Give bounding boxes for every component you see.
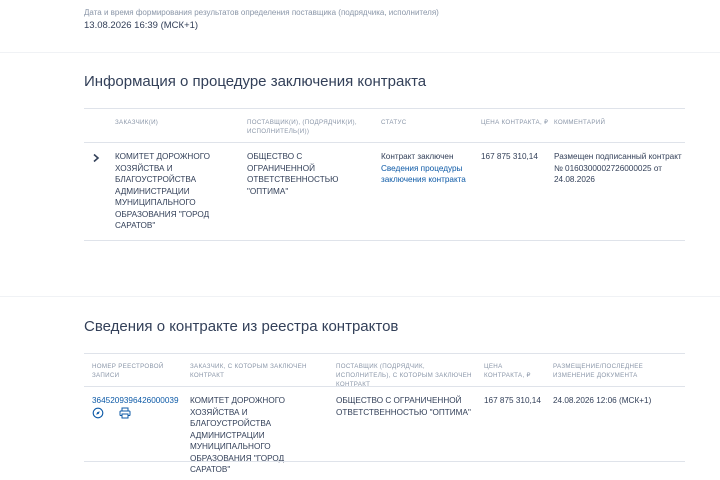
col-header-supplier: Поставщик(и), (подрядчик(и), исполнитель… bbox=[247, 119, 357, 135]
registry-price-cell: 167 875 310,14 bbox=[484, 396, 541, 405]
registry-customer-cell: КОМИТЕТ ДОРОЖНОГО ХОЗЯЙСТВА И БЛАГОУСТРО… bbox=[190, 396, 286, 474]
registry-number-link[interactable]: 3645209396426000039 bbox=[92, 395, 182, 407]
procedure-section-title: Информация о процедуре заключения контра… bbox=[84, 73, 427, 90]
procedure-comment-cell: Размещен подписанный контракт № 01603000… bbox=[554, 152, 682, 184]
generation-date-label: Дата и время формирования результатов оп… bbox=[84, 8, 439, 17]
col-header-price: Цена контракта, ₽ bbox=[481, 119, 549, 126]
col-header-placement: Размещение/последнее изменение документа bbox=[553, 363, 644, 379]
generation-panel: Дата и время формирования результатов оп… bbox=[0, 0, 720, 52]
procedure-panel: Информация о процедуре заключения контра… bbox=[0, 53, 720, 296]
table-top-divider bbox=[84, 108, 685, 109]
registry-supplier-cell: ОБЩЕСТВО С ОГРАНИЧЕННОЙ ОТВЕТСТВЕННОСТЬЮ… bbox=[336, 396, 471, 417]
procedure-details-link[interactable]: Сведения процедуры заключения контракта bbox=[381, 164, 466, 185]
generation-date-value: 13.08.2026 16:39 (МСК+1) bbox=[84, 20, 199, 31]
procedure-price-cell: 167 875 310,14 bbox=[481, 152, 538, 161]
row-divider bbox=[84, 461, 685, 462]
col-header-price: Цена контракта, ₽ bbox=[484, 363, 531, 379]
col-header-status: Статус bbox=[381, 119, 407, 126]
col-header-supplier: Поставщик (подрядчик, исполнитель), с ко… bbox=[336, 363, 472, 388]
col-header-comment: Комментарий bbox=[554, 119, 606, 126]
procedure-supplier-cell: ОБЩЕСТВО С ОГРАНИЧЕННОЙ ОТВЕТСТВЕННОСТЬЮ… bbox=[247, 152, 339, 196]
row-divider bbox=[84, 240, 685, 241]
table-top-divider bbox=[84, 353, 685, 354]
col-header-customer: Заказчик, с которым заключен контракт bbox=[190, 363, 307, 379]
procedure-customer-cell: КОМИТЕТ ДОРОЖНОГО ХОЗЯЙСТВА И БЛАГОУСТРО… bbox=[115, 152, 211, 230]
registry-panel: Сведения о контракте из реестра контракт… bbox=[0, 297, 720, 480]
col-header-number: Номер реестровой записи bbox=[92, 363, 164, 379]
procedure-status-cell: Контракт заключен Сведения процедуры зак… bbox=[381, 151, 473, 186]
status-text: Контракт заключен bbox=[381, 152, 454, 161]
print-icon[interactable] bbox=[119, 407, 131, 419]
col-header-customer: Заказчик(и) bbox=[115, 119, 159, 126]
header-divider bbox=[84, 386, 685, 387]
registry-placement-cell: 24.08.2026 12:06 (МСК+1) bbox=[553, 396, 652, 405]
registry-section-title: Сведения о контракте из реестра контракт… bbox=[84, 318, 399, 335]
chevron-right-icon[interactable] bbox=[91, 153, 101, 163]
compass-icon[interactable] bbox=[92, 407, 104, 419]
header-divider bbox=[84, 142, 685, 143]
